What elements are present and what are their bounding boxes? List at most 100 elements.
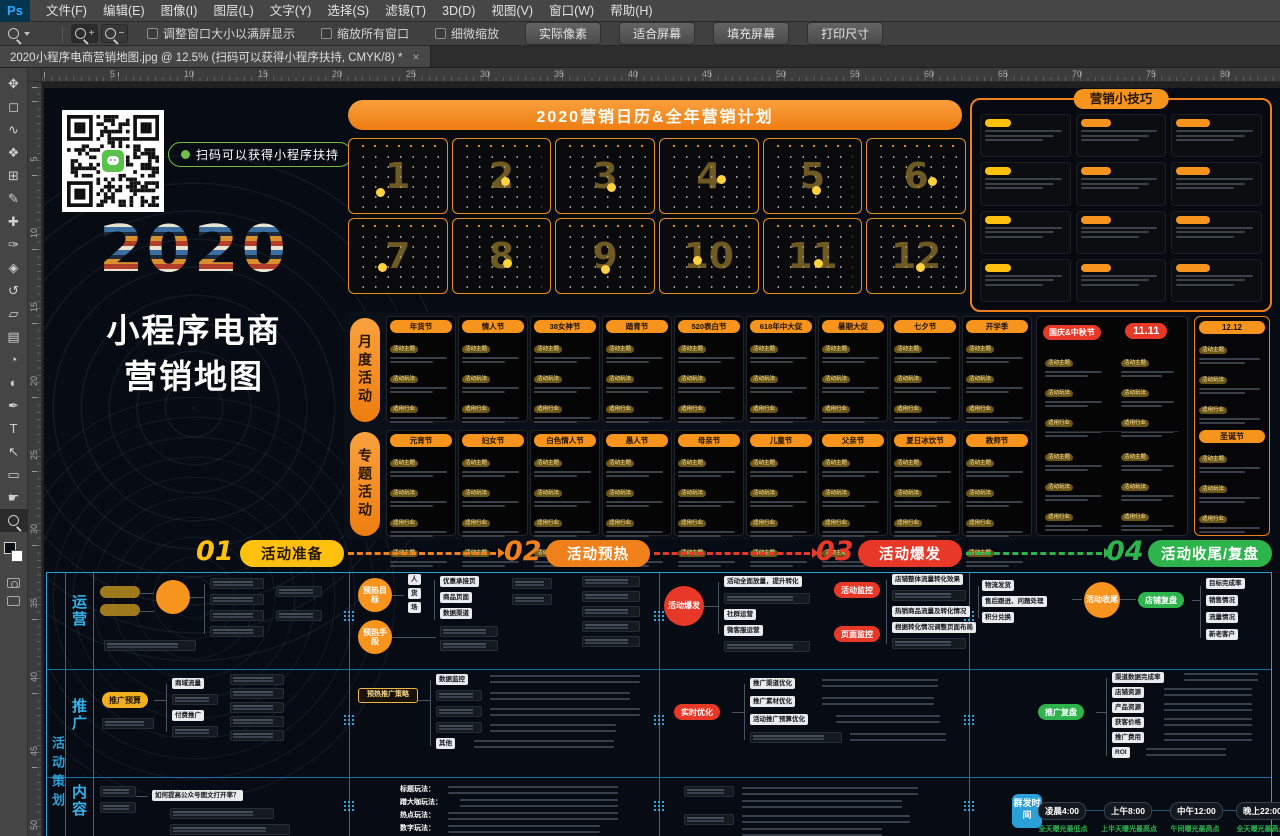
calendar-month-11: 11	[763, 218, 863, 294]
blur-tool[interactable]: ◔	[0, 348, 28, 371]
document-canvas[interactable]: 扫码可以获得小程序扶持 2020 小程序电商 营销地图 2020营销日历&全年营…	[42, 82, 1280, 836]
card-field-group: 活动主题	[606, 451, 668, 477]
field-tag: 活动主题	[606, 346, 634, 353]
mindmap-lead: 标题玩法：	[400, 784, 435, 794]
poster-year: 2020	[74, 218, 314, 282]
text-line	[750, 391, 793, 393]
text-line	[534, 417, 591, 419]
zoom-tool[interactable]	[0, 509, 28, 532]
menu-item-1[interactable]: 编辑(E)	[95, 0, 153, 22]
mindmap-bars	[490, 724, 616, 732]
dodge-tool[interactable]: ◐	[0, 371, 28, 394]
text-line	[462, 505, 505, 507]
option-button-2[interactable]: 填充屏幕	[713, 22, 789, 45]
month-number: 6	[867, 139, 965, 213]
text-line	[750, 357, 807, 359]
card-field-group: 活动主题	[534, 337, 596, 363]
time-note-0: 全天曝光最低点	[1029, 824, 1097, 834]
field-tag: 活动玩法	[1199, 486, 1227, 493]
mindmap-lead: 蹭大咖玩法：	[400, 797, 442, 807]
zoom-tool-preset[interactable]	[8, 28, 54, 39]
color-swatches[interactable]	[0, 542, 28, 568]
menu-item-7[interactable]: 3D(D)	[434, 0, 483, 22]
menu-item-8[interactable]: 视图(V)	[483, 0, 541, 22]
pen-tool[interactable]: ✒	[0, 394, 28, 417]
menu-item-6[interactable]: 滤镜(T)	[377, 0, 434, 22]
hand-tool[interactable]: ☛	[0, 486, 28, 509]
calendar-month-4: 4	[659, 138, 759, 214]
text-line	[985, 139, 1043, 141]
option-checkbox-0[interactable]: 调整窗口大小以满屏显示	[147, 25, 295, 42]
mindmap-wbox: 货	[408, 588, 421, 599]
text-line	[1081, 139, 1139, 141]
text-line	[1081, 284, 1139, 286]
menu-item-5[interactable]: 选择(S)	[319, 0, 377, 22]
brush-tool[interactable]: ✑	[0, 233, 28, 256]
clone-stamp-tool[interactable]: ◈	[0, 256, 28, 279]
card-field-group: 活动主题	[462, 451, 524, 477]
option-button-0[interactable]: 实际像素	[525, 22, 601, 45]
path-selection-tool[interactable]: ↖	[0, 440, 28, 463]
menu-item-2[interactable]: 图像(I)	[153, 0, 206, 22]
menu-item-9[interactable]: 窗口(W)	[541, 0, 602, 22]
zoom-out-button[interactable]: −	[101, 24, 128, 43]
option-button-1[interactable]: 适合屏幕	[619, 22, 695, 45]
text-line	[606, 475, 649, 477]
menu-item-0[interactable]: 文件(F)	[38, 0, 95, 22]
text-line	[966, 501, 1023, 503]
zoom-in-icon	[75, 28, 86, 39]
menu-items: 文件(F)编辑(E)图像(I)图层(L)文字(Y)选择(S)滤镜(T)3D(D)…	[38, 0, 661, 22]
card-field-group: 活动玩法	[606, 367, 668, 393]
eraser-tool[interactable]: ▱	[0, 302, 28, 325]
healing-brush-tool[interactable]: ✚	[0, 210, 28, 233]
type-tool[interactable]: T	[0, 417, 28, 440]
text-line	[1176, 236, 1234, 238]
card-field-group: 适用行业	[822, 397, 884, 423]
shape-tool-glyph: ▭	[7, 467, 19, 483]
gradient-tool[interactable]: ▤	[0, 325, 28, 348]
text-line	[1199, 362, 1245, 364]
option-button-3[interactable]: 打印尺寸	[807, 22, 883, 45]
vertical-ruler[interactable]: 5101520253035404550	[28, 82, 42, 836]
card-field-group: 适用行业	[462, 511, 524, 537]
history-brush-tool[interactable]: ↺	[0, 279, 28, 302]
card-field-group: 活动玩法	[534, 367, 596, 393]
text-line	[606, 421, 649, 423]
menu-item-3[interactable]: 图层(L)	[205, 0, 261, 22]
mindmap-stub	[582, 621, 640, 632]
lasso-tool[interactable]: ∿	[0, 118, 28, 141]
shape-tool[interactable]: ▭	[0, 463, 28, 486]
document-tab[interactable]: 2020小程序电商营销地图.jpg @ 12.5% (扫码可以获得小程序扶持, …	[0, 46, 431, 67]
card-field-group: 活动玩法	[750, 481, 812, 507]
text-line	[678, 565, 721, 567]
screen-mode-icon[interactable]	[7, 596, 20, 606]
mindmap-circle	[156, 580, 190, 614]
crop-tool[interactable]: ⊞	[0, 164, 28, 187]
tab-close-button[interactable]: ×	[413, 50, 420, 64]
card-field-group: 活动玩法	[606, 481, 668, 507]
menu-item-10[interactable]: 帮助(H)	[602, 0, 660, 22]
option-buttons: 实际像素适合屏幕填充屏幕打印尺寸	[525, 22, 883, 45]
festival-card: 愚人节活动主题活动玩法适用行业活动主题	[602, 430, 672, 536]
option-checkbox-2[interactable]: 细微缩放	[435, 25, 499, 42]
ruler-number: 35	[29, 594, 39, 612]
move-tool[interactable]: ✥	[0, 72, 28, 95]
zoom-in-button[interactable]: +	[71, 24, 98, 43]
festival-detail: 活动主题活动玩法适用行业	[1199, 338, 1265, 424]
card-field-group: 活动玩法	[462, 367, 524, 393]
marquee-tool[interactable]: ◻	[0, 95, 28, 118]
background-color-swatch[interactable]	[11, 550, 23, 562]
document-tab-bar: 2020小程序电商营销地图.jpg @ 12.5% (扫码可以获得小程序扶持, …	[0, 46, 1280, 68]
eyedropper-tool[interactable]: ✎	[0, 187, 28, 210]
text-line	[822, 391, 865, 393]
card-field-group: 活动玩法	[822, 367, 884, 393]
quick-selection-tool[interactable]: ❖	[0, 141, 28, 164]
menu-item-4[interactable]: 文字(Y)	[262, 0, 320, 22]
quick-mask-icon[interactable]	[7, 578, 20, 588]
option-checkbox-1[interactable]: 缩放所有窗口	[321, 25, 409, 42]
horizontal-ruler[interactable]: 5101520253035404550556065707580	[42, 68, 1280, 82]
mindmap-bars	[1146, 748, 1226, 756]
card-field-group: 活动主题	[822, 451, 884, 477]
mindmap-wbox: 数据渠道	[440, 608, 472, 619]
text-line	[822, 417, 879, 419]
